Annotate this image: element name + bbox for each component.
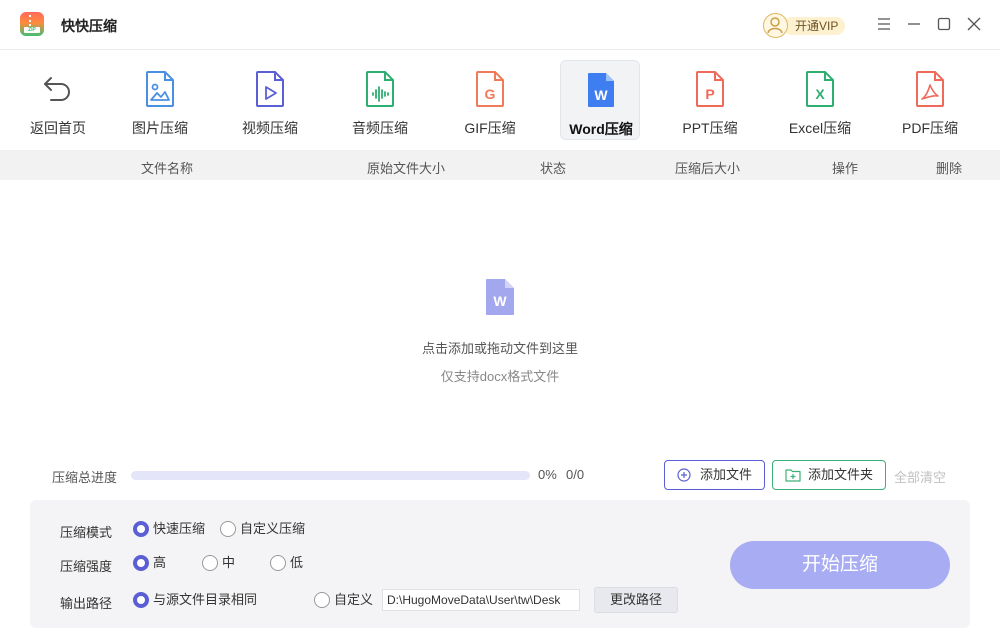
radio-dot bbox=[314, 592, 330, 608]
pdf-file-icon bbox=[916, 71, 944, 107]
svg-text:W: W bbox=[493, 293, 507, 309]
radio-label: 自定义压缩 bbox=[240, 521, 306, 536]
col-compressed-size: 压缩后大小 bbox=[675, 161, 741, 176]
avatar-icon bbox=[763, 13, 788, 38]
change-path-button[interactable]: 更改路径 bbox=[594, 587, 678, 613]
radio-label: 自定义 bbox=[334, 592, 374, 607]
word-file-icon: W bbox=[486, 279, 514, 315]
col-file-name: 文件名称 bbox=[141, 161, 194, 176]
app-title: 快快压缩 bbox=[61, 18, 117, 34]
output-label: 输出路径 bbox=[60, 596, 113, 611]
radio-dot bbox=[202, 555, 218, 571]
svg-text:X: X bbox=[815, 86, 825, 102]
radio-label: 与源文件目录相同 bbox=[153, 592, 258, 607]
add-folder-button[interactable]: 添加文件夹 bbox=[772, 460, 886, 490]
video-file-icon bbox=[256, 71, 284, 107]
output-path-field[interactable]: D:\HugoMoveData\User\tw\Desk bbox=[382, 589, 580, 611]
excel-file-icon: X bbox=[806, 71, 834, 107]
add-file-button[interactable]: 添加文件 bbox=[664, 460, 765, 490]
add-folder-label: 添加文件夹 bbox=[807, 467, 873, 482]
mode-label: 压缩模式 bbox=[60, 525, 113, 540]
supported-format-hint: 仅支持docx格式文件 bbox=[440, 369, 560, 384]
tool-label: PDF压缩 bbox=[902, 120, 958, 136]
folder-plus-icon bbox=[785, 469, 801, 482]
tool-label: 图片压缩 bbox=[132, 120, 188, 136]
clear-all-button[interactable]: 全部清空 bbox=[894, 467, 946, 486]
radio-dot bbox=[133, 555, 149, 571]
col-original-size: 原始文件大小 bbox=[367, 161, 446, 176]
vip-button[interactable]: 开通VIP bbox=[763, 13, 845, 38]
tool-pdf-compress[interactable]: PDF压缩 bbox=[890, 60, 970, 140]
output-same-dir-radio[interactable]: 与源文件目录相同 bbox=[133, 592, 257, 610]
tool-label: Word压缩 bbox=[569, 121, 633, 137]
mode-fast-radio[interactable]: 快速压缩 bbox=[133, 521, 205, 539]
tool-ppt-compress[interactable]: P PPT压缩 bbox=[670, 60, 750, 140]
file-table-header: 文件名称 原始文件大小 状态 压缩后大小 操作 删除 bbox=[0, 150, 1000, 180]
strength-high-radio[interactable]: 高 bbox=[133, 555, 166, 573]
start-compress-button[interactable]: 开始压缩 bbox=[730, 541, 950, 589]
close-icon[interactable] bbox=[964, 14, 984, 34]
ppt-file-icon: P bbox=[696, 71, 724, 107]
tool-video-compress[interactable]: 视频压缩 bbox=[230, 60, 310, 140]
radio-dot bbox=[220, 521, 236, 537]
strength-label: 压缩强度 bbox=[60, 559, 113, 574]
minimize-icon[interactable] bbox=[904, 14, 924, 34]
zip-mark bbox=[29, 15, 35, 26]
tool-word-compress[interactable]: W Word压缩 bbox=[560, 60, 640, 140]
progress-bar bbox=[131, 471, 530, 480]
svg-text:W: W bbox=[594, 87, 608, 103]
strength-medium-radio[interactable]: 中 bbox=[202, 555, 235, 573]
tool-label: PPT压缩 bbox=[682, 120, 738, 136]
radio-label: 低 bbox=[290, 555, 304, 570]
progress-percent: 0% bbox=[538, 467, 557, 482]
toolbar: 返回首页 图片压缩 视频压缩 音频压缩 G GIF压缩 W Word压缩 P P… bbox=[0, 51, 1000, 149]
output-custom-radio[interactable]: 自定义 bbox=[314, 592, 373, 610]
plus-circle-icon bbox=[677, 468, 691, 482]
progress-count: 0/0 bbox=[566, 467, 585, 482]
tool-label: 返回首页 bbox=[30, 120, 86, 136]
progress-label: 压缩总进度 bbox=[52, 470, 118, 485]
back-arrow-icon bbox=[44, 77, 70, 101]
strength-low-radio[interactable]: 低 bbox=[270, 555, 303, 573]
tool-label: 视频压缩 bbox=[242, 120, 298, 136]
tool-excel-compress[interactable]: X Excel压缩 bbox=[780, 60, 860, 140]
word-file-icon: W bbox=[588, 73, 614, 107]
radio-label: 中 bbox=[222, 555, 236, 570]
tool-label: 音频压缩 bbox=[352, 120, 408, 136]
radio-label: 高 bbox=[153, 555, 167, 570]
radio-dot bbox=[133, 521, 149, 537]
settings-panel: 压缩模式 快速压缩 自定义压缩 压缩强度 高 中 低 输出路径 与源文件目录相同… bbox=[30, 500, 970, 628]
vip-label: 开通VIP bbox=[783, 17, 845, 35]
image-file-icon bbox=[146, 71, 174, 107]
tool-image-compress[interactable]: 图片压缩 bbox=[120, 60, 200, 140]
title-bar: ZIP 快快压缩 开通VIP bbox=[0, 0, 1000, 50]
svg-text:P: P bbox=[705, 86, 714, 102]
tool-back-home[interactable]: 返回首页 bbox=[18, 60, 98, 140]
radio-dot bbox=[133, 592, 149, 608]
menu-icon[interactable] bbox=[874, 14, 894, 34]
app-logo-icon: ZIP bbox=[20, 12, 44, 36]
tool-label: GIF压缩 bbox=[464, 120, 516, 136]
radio-dot bbox=[270, 555, 286, 571]
drop-zone-hint: 点击添加或拖动文件到这里 bbox=[421, 341, 578, 356]
maximize-icon[interactable] bbox=[934, 14, 954, 34]
col-actions: 操作 bbox=[832, 161, 859, 176]
logo-tag: ZIP bbox=[24, 27, 40, 33]
tool-gif-compress[interactable]: G GIF压缩 bbox=[450, 60, 530, 140]
col-delete: 删除 bbox=[936, 161, 963, 176]
add-file-label: 添加文件 bbox=[699, 467, 752, 482]
audio-file-icon bbox=[366, 71, 394, 107]
gif-file-icon: G bbox=[476, 71, 504, 107]
tool-audio-compress[interactable]: 音频压缩 bbox=[340, 60, 420, 140]
radio-label: 快速压缩 bbox=[153, 521, 206, 536]
tool-label: Excel压缩 bbox=[788, 120, 852, 136]
svg-text:G: G bbox=[485, 86, 496, 102]
mode-custom-radio[interactable]: 自定义压缩 bbox=[220, 521, 305, 539]
col-status: 状态 bbox=[540, 161, 567, 176]
